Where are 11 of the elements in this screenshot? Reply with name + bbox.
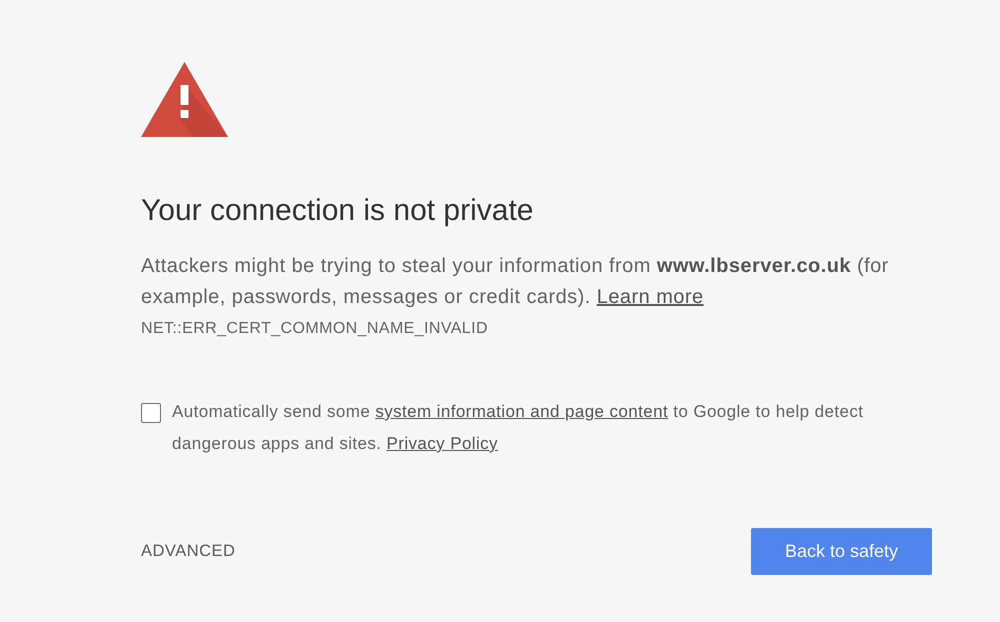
checkbox[interactable] xyxy=(141,403,161,423)
option-link[interactable]: system information and page content xyxy=(375,402,668,421)
option-link[interactable]: Privacy Policy xyxy=(386,434,498,453)
learn-more-link[interactable]: Learn more xyxy=(596,286,704,308)
back-to-safety-button[interactable]: Back to safety xyxy=(751,528,932,575)
warning-paragraph: Attackers might be trying to steal your information from www.lbserver.co.uk (for example, passwords, messages or credit cards). Learn more xyxy=(141,254,890,310)
report-option-text: Automatically send some system information and page content to Google to help detect dangerous apps and sites. Privacy Policy xyxy=(172,401,864,455)
warning-triangle-icon xyxy=(141,62,228,137)
error-code: NET::ERR_CERT_COMMON_NAME_INVALID xyxy=(141,319,489,339)
page-heading: Your connection is not private xyxy=(141,193,534,229)
advanced-button[interactable]: ADVANCED xyxy=(141,542,236,561)
